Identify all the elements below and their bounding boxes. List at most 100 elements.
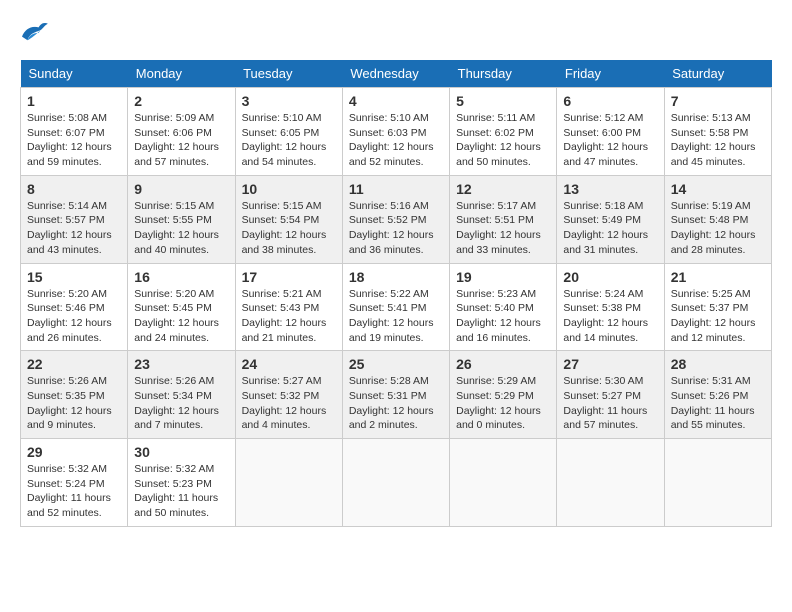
day-number: 30 xyxy=(134,444,228,460)
calendar-cell: 22 Sunrise: 5:26 AMSunset: 5:35 PMDayligh… xyxy=(21,351,128,439)
day-number: 12 xyxy=(456,181,550,197)
day-info: Sunrise: 5:10 AMSunset: 6:03 PMDaylight:… xyxy=(349,111,443,170)
header-sunday: Sunday xyxy=(21,60,128,88)
header-friday: Friday xyxy=(557,60,664,88)
day-info: Sunrise: 5:32 AMSunset: 5:23 PMDaylight:… xyxy=(134,462,228,521)
calendar-cell: 11 Sunrise: 5:16 AMSunset: 5:52 PMDayligh… xyxy=(342,175,449,263)
day-number: 23 xyxy=(134,356,228,372)
calendar-cell: 7 Sunrise: 5:13 AMSunset: 5:58 PMDaylight… xyxy=(664,88,771,176)
day-info: Sunrise: 5:08 AMSunset: 6:07 PMDaylight:… xyxy=(27,111,121,170)
day-info: Sunrise: 5:21 AMSunset: 5:43 PMDaylight:… xyxy=(242,287,336,346)
day-number: 26 xyxy=(456,356,550,372)
calendar-cell: 16 Sunrise: 5:20 AMSunset: 5:45 PMDayligh… xyxy=(128,263,235,351)
logo xyxy=(20,20,52,44)
day-info: Sunrise: 5:24 AMSunset: 5:38 PMDaylight:… xyxy=(563,287,657,346)
day-number: 2 xyxy=(134,93,228,109)
calendar-cell: 18 Sunrise: 5:22 AMSunset: 5:41 PMDayligh… xyxy=(342,263,449,351)
day-info: Sunrise: 5:20 AMSunset: 5:45 PMDaylight:… xyxy=(134,287,228,346)
calendar-cell: 24 Sunrise: 5:27 AMSunset: 5:32 PMDayligh… xyxy=(235,351,342,439)
day-info: Sunrise: 5:23 AMSunset: 5:40 PMDaylight:… xyxy=(456,287,550,346)
header-monday: Monday xyxy=(128,60,235,88)
day-number: 8 xyxy=(27,181,121,197)
calendar-cell: 19 Sunrise: 5:23 AMSunset: 5:40 PMDayligh… xyxy=(450,263,557,351)
day-info: Sunrise: 5:26 AMSunset: 5:34 PMDaylight:… xyxy=(134,374,228,433)
day-number: 15 xyxy=(27,269,121,285)
day-info: Sunrise: 5:31 AMSunset: 5:26 PMDaylight:… xyxy=(671,374,765,433)
day-info: Sunrise: 5:22 AMSunset: 5:41 PMDaylight:… xyxy=(349,287,443,346)
day-info: Sunrise: 5:15 AMSunset: 5:54 PMDaylight:… xyxy=(242,199,336,258)
calendar-cell: 9Sunrise: 5:15 AMSunset: 5:55 PMDaylight… xyxy=(128,175,235,263)
calendar-cell: 3 Sunrise: 5:10 AMSunset: 6:05 PMDaylight… xyxy=(235,88,342,176)
day-info: Sunrise: 5:30 AMSunset: 5:27 PMDaylight:… xyxy=(563,374,657,433)
day-number: 27 xyxy=(563,356,657,372)
calendar-cell: 8 Sunrise: 5:14 AMSunset: 5:57 PMDaylight… xyxy=(21,175,128,263)
day-number: 4 xyxy=(349,93,443,109)
day-info: Sunrise: 5:13 AMSunset: 5:58 PMDaylight:… xyxy=(671,111,765,170)
header-saturday: Saturday xyxy=(664,60,771,88)
calendar-cell: 21 Sunrise: 5:25 AMSunset: 5:37 PMDayligh… xyxy=(664,263,771,351)
day-info: Sunrise: 5:26 AMSunset: 5:35 PMDaylight:… xyxy=(27,374,121,433)
calendar-cell: 1 Sunrise: 5:08 AMSunset: 6:07 PMDaylight… xyxy=(21,88,128,176)
calendar-cell: 14 Sunrise: 5:19 AMSunset: 5:48 PMDayligh… xyxy=(664,175,771,263)
day-info: Sunrise: 5:29 AMSunset: 5:29 PMDaylight:… xyxy=(456,374,550,433)
calendar-cell: 30 Sunrise: 5:32 AMSunset: 5:23 PMDayligh… xyxy=(128,439,235,527)
day-info: Sunrise: 5:18 AMSunset: 5:49 PMDaylight:… xyxy=(563,199,657,258)
day-info: Sunrise: 5:11 AMSunset: 6:02 PMDaylight:… xyxy=(456,111,550,170)
calendar-cell: 2Sunrise: 5:09 AMSunset: 6:06 PMDaylight… xyxy=(128,88,235,176)
calendar-cell: 25 Sunrise: 5:28 AMSunset: 5:31 PMDayligh… xyxy=(342,351,449,439)
page-header xyxy=(20,20,772,44)
calendar-cell: 26 Sunrise: 5:29 AMSunset: 5:29 PMDayligh… xyxy=(450,351,557,439)
day-number: 7 xyxy=(671,93,765,109)
day-info: Sunrise: 5:12 AMSunset: 6:00 PMDaylight:… xyxy=(563,111,657,170)
day-info: Sunrise: 5:32 AMSunset: 5:24 PMDaylight:… xyxy=(27,462,121,521)
day-number: 17 xyxy=(242,269,336,285)
day-info: Sunrise: 5:28 AMSunset: 5:31 PMDaylight:… xyxy=(349,374,443,433)
calendar-cell: 6 Sunrise: 5:12 AMSunset: 6:00 PMDaylight… xyxy=(557,88,664,176)
day-number: 6 xyxy=(563,93,657,109)
calendar-cell: 10Sunrise: 5:15 AMSunset: 5:54 PMDayligh… xyxy=(235,175,342,263)
calendar-cell: 28 Sunrise: 5:31 AMSunset: 5:26 PMDayligh… xyxy=(664,351,771,439)
day-number: 18 xyxy=(349,269,443,285)
day-number: 25 xyxy=(349,356,443,372)
calendar-cell xyxy=(557,439,664,527)
calendar-cell xyxy=(342,439,449,527)
header-tuesday: Tuesday xyxy=(235,60,342,88)
day-info: Sunrise: 5:19 AMSunset: 5:48 PMDaylight:… xyxy=(671,199,765,258)
calendar-cell: 20 Sunrise: 5:24 AMSunset: 5:38 PMDayligh… xyxy=(557,263,664,351)
calendar-cell: 27 Sunrise: 5:30 AMSunset: 5:27 PMDayligh… xyxy=(557,351,664,439)
day-info: Sunrise: 5:15 AMSunset: 5:55 PMDaylight:… xyxy=(134,199,228,258)
day-info: Sunrise: 5:20 AMSunset: 5:46 PMDaylight:… xyxy=(27,287,121,346)
day-number: 24 xyxy=(242,356,336,372)
calendar-cell xyxy=(450,439,557,527)
day-number: 11 xyxy=(349,181,443,197)
day-number: 1 xyxy=(27,93,121,109)
day-number: 20 xyxy=(563,269,657,285)
day-number: 22 xyxy=(27,356,121,372)
day-number: 14 xyxy=(671,181,765,197)
day-number: 16 xyxy=(134,269,228,285)
day-number: 13 xyxy=(563,181,657,197)
calendar-cell: 17 Sunrise: 5:21 AMSunset: 5:43 PMDayligh… xyxy=(235,263,342,351)
calendar-table: SundayMondayTuesdayWednesdayThursdayFrid… xyxy=(20,60,772,527)
header-wednesday: Wednesday xyxy=(342,60,449,88)
day-info: Sunrise: 5:25 AMSunset: 5:37 PMDaylight:… xyxy=(671,287,765,346)
day-number: 21 xyxy=(671,269,765,285)
header-thursday: Thursday xyxy=(450,60,557,88)
day-number: 28 xyxy=(671,356,765,372)
day-number: 5 xyxy=(456,93,550,109)
day-info: Sunrise: 5:14 AMSunset: 5:57 PMDaylight:… xyxy=(27,199,121,258)
calendar-cell: 4 Sunrise: 5:10 AMSunset: 6:03 PMDaylight… xyxy=(342,88,449,176)
day-info: Sunrise: 5:27 AMSunset: 5:32 PMDaylight:… xyxy=(242,374,336,433)
day-number: 19 xyxy=(456,269,550,285)
day-info: Sunrise: 5:10 AMSunset: 6:05 PMDaylight:… xyxy=(242,111,336,170)
day-number: 29 xyxy=(27,444,121,460)
day-number: 3 xyxy=(242,93,336,109)
calendar-cell: 15 Sunrise: 5:20 AMSunset: 5:46 PMDayligh… xyxy=(21,263,128,351)
calendar-cell xyxy=(235,439,342,527)
calendar-cell: 5 Sunrise: 5:11 AMSunset: 6:02 PMDaylight… xyxy=(450,88,557,176)
calendar-cell: 23 Sunrise: 5:26 AMSunset: 5:34 PMDayligh… xyxy=(128,351,235,439)
logo-bird-icon xyxy=(20,20,48,44)
day-info: Sunrise: 5:17 AMSunset: 5:51 PMDaylight:… xyxy=(456,199,550,258)
day-info: Sunrise: 5:16 AMSunset: 5:52 PMDaylight:… xyxy=(349,199,443,258)
calendar-cell xyxy=(664,439,771,527)
